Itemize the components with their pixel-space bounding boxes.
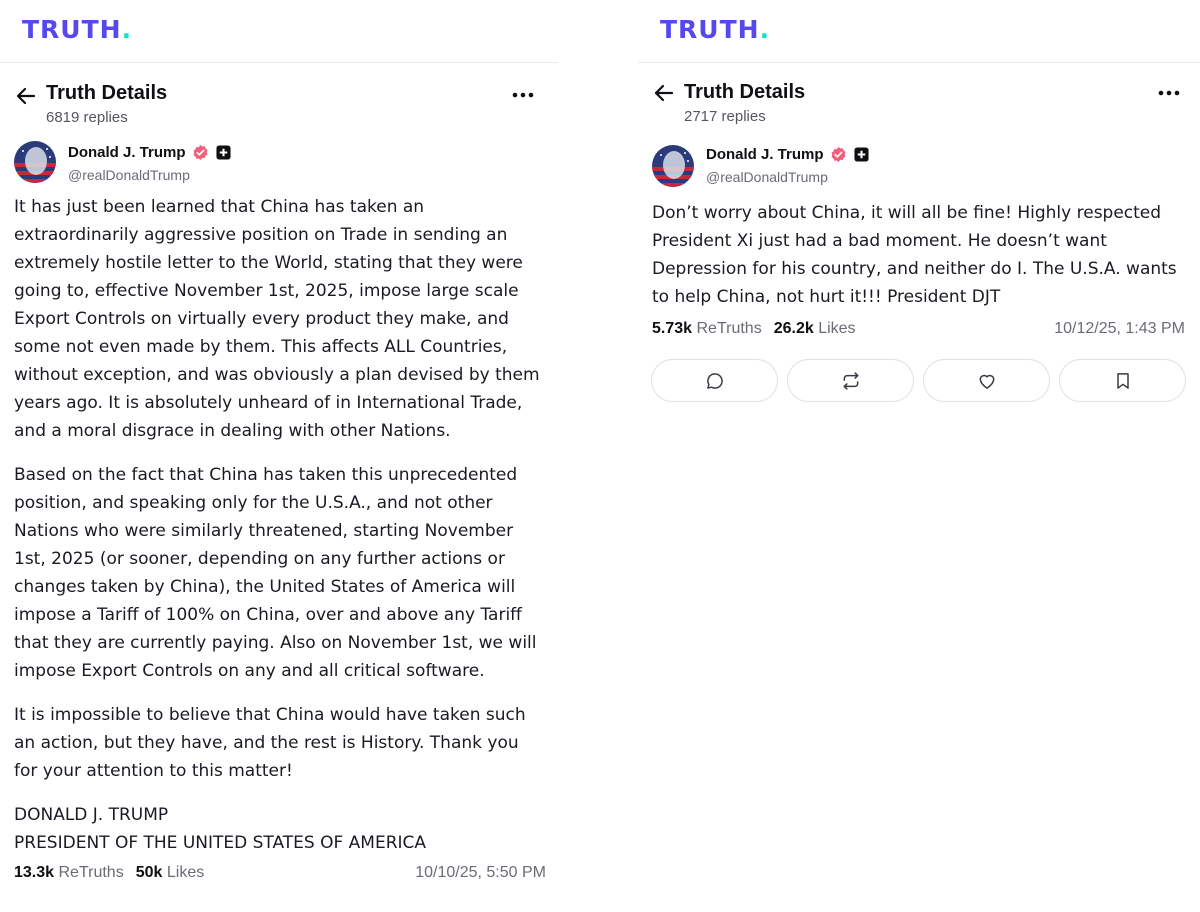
post-timestamp: 10/12/25, 1:43 PM	[1054, 320, 1185, 337]
author-handle[interactable]: @realDonaldTrump	[706, 169, 828, 185]
post-actions	[638, 359, 1200, 402]
author-row: Donald J. Trump @realDonaldTrump	[0, 135, 558, 193]
post-stats: 5.73k ReTruths 26.2k Likes 10/12/25, 1:4…	[638, 317, 1200, 347]
left-post-panel: TRUTH. Truth Details 6819 replies Donald…	[0, 0, 558, 912]
like-button[interactable]	[923, 359, 1050, 402]
likes-stat[interactable]: 50k Likes	[136, 864, 205, 882]
details-header: Truth Details 6819 replies	[0, 63, 558, 135]
truth-plus-icon	[853, 147, 869, 162]
author-handle[interactable]: @realDonaldTrump	[68, 167, 190, 183]
top-bar: TRUTH.	[638, 0, 1200, 63]
signature-name: DONALD J. TRUMP	[14, 805, 169, 825]
back-arrow-icon[interactable]	[14, 84, 38, 108]
author-row: Donald J. Trump @realDonaldTrump	[638, 133, 1200, 199]
post-timestamp: 10/10/25, 5:50 PM	[415, 864, 546, 881]
verified-badge-icon	[831, 146, 846, 163]
retruth-button[interactable]	[787, 359, 914, 402]
replies-count[interactable]: 6819 replies	[46, 109, 128, 126]
truth-logo[interactable]: TRUTH.	[22, 17, 132, 43]
like-icon	[979, 374, 994, 389]
post-stats: 13.3k ReTruths 50k Likes 10/10/25, 5:50 …	[0, 861, 558, 891]
page-title: Truth Details	[46, 82, 168, 104]
top-bar: TRUTH.	[0, 0, 558, 63]
back-arrow-icon[interactable]	[652, 81, 676, 105]
retruths-stat[interactable]: 5.73k ReTruths	[652, 320, 762, 338]
reply-icon	[706, 372, 723, 389]
right-post-panel: TRUTH. Truth Details 2717 replies Donald…	[638, 0, 1200, 912]
avatar[interactable]	[652, 145, 694, 187]
details-header: Truth Details 2717 replies	[638, 63, 1200, 133]
bookmark-button[interactable]	[1059, 359, 1186, 402]
truth-logo[interactable]: TRUTH.	[660, 17, 770, 43]
post-body: It has just been learned that China has …	[0, 193, 558, 857]
bookmark-icon	[1116, 372, 1129, 389]
author-name[interactable]: Donald J. Trump	[68, 144, 186, 161]
truth-plus-icon	[215, 145, 231, 160]
author-name[interactable]: Donald J. Trump	[706, 146, 824, 163]
page-title: Truth Details	[684, 81, 806, 103]
post-paragraph: It is impossible to believe that China w…	[14, 705, 526, 781]
post-paragraph: Based on the fact that China has taken t…	[14, 465, 537, 681]
retruths-stat[interactable]: 13.3k ReTruths	[14, 864, 124, 882]
retruth-icon	[843, 371, 858, 390]
reply-button[interactable]	[651, 359, 778, 402]
post-body: Don’t worry about China, it will all be …	[638, 199, 1200, 311]
verified-badge-icon	[193, 144, 208, 161]
post-paragraph: Don’t worry about China, it will all be …	[652, 203, 1177, 307]
more-options-icon[interactable]	[1158, 89, 1180, 97]
likes-stat[interactable]: 26.2k Likes	[774, 320, 856, 338]
avatar[interactable]	[14, 141, 56, 183]
replies-count[interactable]: 2717 replies	[684, 108, 766, 125]
more-options-icon[interactable]	[512, 91, 534, 99]
post-paragraph: It has just been learned that China has …	[14, 197, 540, 441]
signature-title: PRESIDENT OF THE UNITED STATES OF AMERIC…	[14, 833, 427, 853]
